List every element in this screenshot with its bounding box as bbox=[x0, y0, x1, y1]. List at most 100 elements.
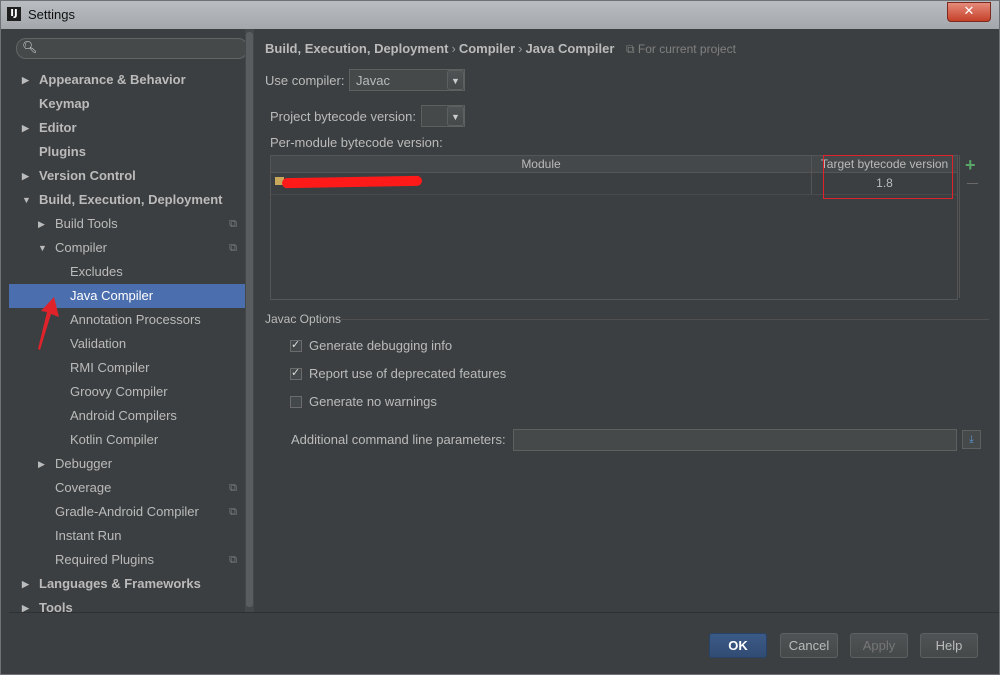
close-window-button[interactable]: ✕ bbox=[947, 2, 991, 22]
sidebar-item-label: Languages & Frameworks bbox=[39, 576, 201, 591]
red-annotation-arrow bbox=[38, 297, 59, 350]
project-scope-icon: ⧉ bbox=[626, 42, 638, 56]
breadcrumb-item: Java Compiler bbox=[525, 41, 615, 56]
remove-module-icon[interactable] bbox=[967, 183, 978, 184]
additional-params-label: Additional command line parameters: bbox=[291, 432, 506, 447]
sidebar-scrollbar[interactable] bbox=[245, 29, 254, 612]
add-module-icon[interactable]: + bbox=[965, 155, 976, 176]
collapse-arrow-icon[interactable]: ▼ bbox=[22, 188, 31, 212]
java-compiler-panel: Build, Execution, Deployment › Compiler › Ja… bbox=[256, 29, 1000, 612]
sidebar-item-label: Debugger bbox=[55, 456, 113, 471]
generate-debugging-info-label[interactable]: Generate debugging info bbox=[309, 338, 452, 353]
sidebar-item-android-compilers[interactable]: Android Compilers bbox=[9, 404, 247, 428]
breadcrumb: Build, Execution, Deployment › Compiler › Ja… bbox=[265, 41, 736, 57]
sidebar-item-label: Compiler bbox=[55, 240, 108, 255]
project-scope-icon: ⧉ bbox=[229, 482, 237, 494]
ok-button[interactable]: OK bbox=[709, 633, 767, 658]
scrollbar-thumb[interactable] bbox=[246, 32, 253, 607]
sidebar-item-label: Instant Run bbox=[55, 528, 122, 543]
apply-button[interactable]: Apply bbox=[850, 633, 908, 658]
sidebar-item-label: Coverage bbox=[55, 480, 112, 495]
help-button[interactable]: Help bbox=[920, 633, 978, 658]
report-deprecated-checkbox[interactable] bbox=[290, 366, 302, 380]
sidebar-item-label: Editor bbox=[39, 120, 77, 135]
generate-debugging-info-checkbox[interactable] bbox=[290, 338, 302, 352]
additional-params-input[interactable] bbox=[513, 429, 957, 451]
table-toolbar: + bbox=[959, 155, 985, 298]
sidebar-item-instant-run[interactable]: Instant Run bbox=[9, 524, 247, 548]
dialog-divider bbox=[9, 612, 999, 613]
project-scope-icon: ⧉ bbox=[229, 554, 237, 566]
group-divider bbox=[341, 319, 989, 320]
sidebar-item-label: Keymap bbox=[39, 96, 90, 111]
red-highlight-box bbox=[823, 155, 953, 199]
generate-no-warnings-checkbox[interactable] bbox=[290, 396, 302, 408]
sidebar-item-editor[interactable]: ▶ Editor bbox=[9, 116, 247, 140]
sidebar-item-build-execution-deployment[interactable]: ▼ Build, Execution, Deployment bbox=[9, 188, 247, 212]
sidebar-item-keymap[interactable]: Keymap bbox=[9, 92, 247, 116]
sidebar-item-plugins[interactable]: Plugins bbox=[9, 140, 247, 164]
expand-arrow-icon[interactable]: ▶ bbox=[22, 572, 29, 596]
chevron-down-icon[interactable]: ▼ bbox=[447, 106, 464, 126]
chevron-down-icon[interactable]: ▼ bbox=[447, 70, 464, 90]
expand-arrow-icon[interactable]: ▶ bbox=[38, 452, 45, 476]
use-compiler-dropdown[interactable]: Javac ▼ bbox=[349, 69, 465, 91]
settings-window: IJ Settings ✕ 🔍︎ ▶ Appearance & Behavior… bbox=[0, 0, 1000, 675]
expand-arrow-icon[interactable]: ▶ bbox=[22, 68, 29, 92]
sidebar-item-coverage[interactable]: Coverage ⧉ bbox=[9, 476, 247, 500]
title-bar: IJ Settings ✕ bbox=[1, 1, 999, 29]
project-bytecode-label: Project bytecode version: bbox=[270, 109, 416, 124]
report-deprecated-label[interactable]: Report use of deprecated features bbox=[309, 366, 506, 381]
sidebar-item-label: Version Control bbox=[39, 168, 136, 183]
project-scope-icon: ⧉ bbox=[229, 506, 237, 518]
per-module-label: Per-module bytecode version: bbox=[270, 135, 443, 150]
sidebar-item-appearance-behavior[interactable]: ▶ Appearance & Behavior bbox=[9, 68, 247, 92]
sidebar-item-compiler[interactable]: ▼ Compiler ⧉ bbox=[9, 236, 247, 260]
breadcrumb-separator: › bbox=[518, 41, 523, 56]
collapse-arrow-icon[interactable]: ▼ bbox=[38, 236, 47, 260]
sidebar-item-excludes[interactable]: Excludes bbox=[9, 260, 247, 284]
settings-search-input[interactable]: 🔍︎ bbox=[16, 38, 248, 59]
expand-field-icon[interactable]: ⤓ bbox=[962, 430, 981, 449]
sidebar-item-label: Excludes bbox=[70, 264, 123, 279]
breadcrumb-item: Build, Execution, Deployment bbox=[265, 41, 449, 56]
sidebar-item-label: Plugins bbox=[39, 144, 86, 159]
project-scope-label: For current project bbox=[637, 42, 736, 56]
sidebar-item-debugger[interactable]: ▶ Debugger bbox=[9, 452, 247, 476]
sidebar-item-required-plugins[interactable]: Required Plugins ⧉ bbox=[9, 548, 247, 572]
expand-arrow-icon[interactable]: ▶ bbox=[22, 116, 29, 140]
cancel-button[interactable]: Cancel bbox=[780, 633, 838, 658]
use-compiler-label: Use compiler: bbox=[265, 73, 345, 88]
search-icon: 🔍︎ bbox=[22, 40, 38, 54]
sidebar-item-languages-frameworks[interactable]: ▶ Languages & Frameworks bbox=[9, 572, 247, 596]
sidebar-item-build-tools[interactable]: ▶ Build Tools ⧉ bbox=[9, 212, 247, 236]
project-scope-icon: ⧉ bbox=[229, 218, 237, 230]
sidebar-item-rmi-compiler[interactable]: RMI Compiler bbox=[9, 356, 247, 380]
sidebar-item-version-control[interactable]: ▶ Version Control bbox=[9, 164, 247, 188]
project-scope-indicator: ⧉ For current project bbox=[626, 42, 736, 56]
expand-arrow-icon[interactable]: ▶ bbox=[38, 212, 45, 236]
generate-no-warnings-label[interactable]: Generate no warnings bbox=[309, 394, 437, 409]
sidebar-item-groovy-compiler[interactable]: Groovy Compiler bbox=[9, 380, 247, 404]
intellij-app-icon: IJ bbox=[7, 7, 21, 21]
sidebar-item-label: Validation bbox=[70, 336, 127, 351]
sidebar-item-tools[interactable]: ▶ Tools bbox=[9, 596, 247, 620]
project-bytecode-dropdown[interactable]: ▼ bbox=[421, 105, 465, 127]
sidebar-item-label: Required Plugins bbox=[55, 552, 155, 567]
sidebar-item-label: Appearance & Behavior bbox=[39, 72, 186, 87]
expand-arrow-icon[interactable]: ▶ bbox=[22, 164, 29, 188]
sidebar-item-label: RMI Compiler bbox=[70, 360, 150, 375]
breadcrumb-item: Compiler bbox=[458, 41, 516, 56]
sidebar-item-label: Kotlin Compiler bbox=[70, 432, 159, 447]
breadcrumb-separator: › bbox=[451, 41, 456, 56]
sidebar-item-gradle-android-compiler[interactable]: Gradle-Android Compiler ⧉ bbox=[9, 500, 247, 524]
project-scope-icon: ⧉ bbox=[229, 242, 237, 254]
use-compiler-value: Javac bbox=[356, 73, 390, 88]
javac-options-title: Javac Options bbox=[265, 312, 342, 326]
sidebar-item-label: Build Tools bbox=[55, 216, 118, 231]
column-header-module[interactable]: Module bbox=[271, 156, 811, 172]
sidebar-item-label: Annotation Processors bbox=[70, 312, 201, 327]
window-title: Settings bbox=[28, 7, 75, 22]
sidebar-item-kotlin-compiler[interactable]: Kotlin Compiler bbox=[9, 428, 247, 452]
expand-arrow-icon[interactable]: ▶ bbox=[22, 596, 29, 620]
